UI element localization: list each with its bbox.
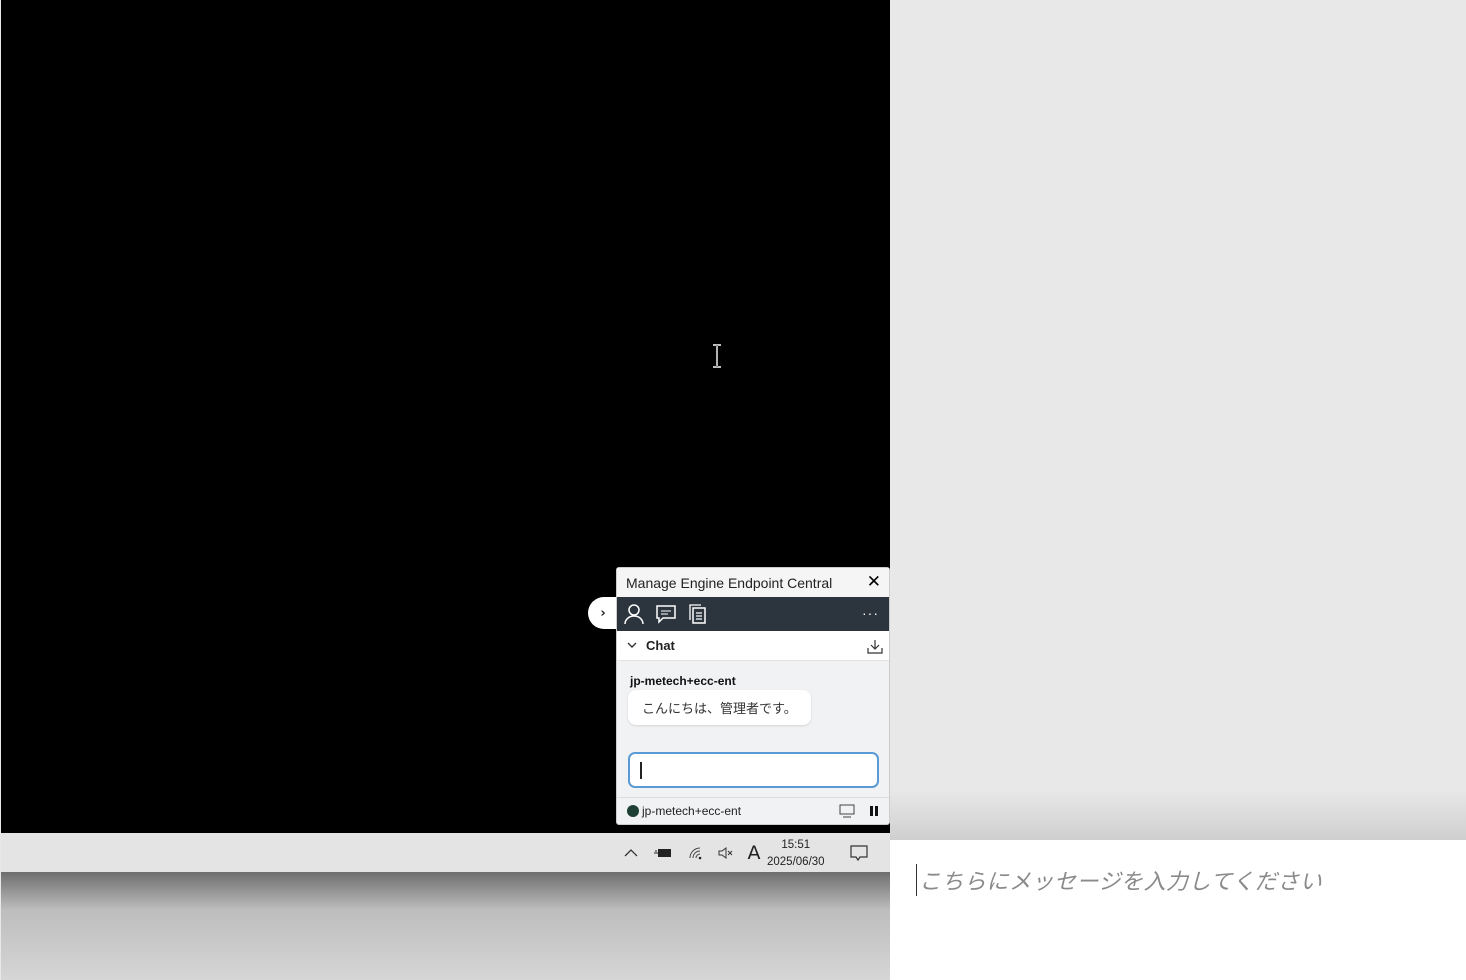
clock[interactable]: 15:51 2025/06/30 (767, 837, 825, 871)
message-bubble: こんにちは、管理者です。 (628, 690, 811, 725)
battery-icon[interactable] (651, 833, 675, 872)
clock-time: 15:51 (781, 839, 811, 851)
chat-input[interactable] (628, 752, 879, 788)
panel-title-bar: Manage Engine Endpoint Central (617, 568, 889, 597)
notifications-button[interactable] (847, 833, 871, 872)
chevron-right-icon: › (600, 605, 606, 621)
remote-control-panel: Manage Engine Endpoint Central ✕ ··· Cha… (616, 567, 890, 825)
panel-title: Manage Engine Endpoint Central (626, 574, 833, 591)
download-icon[interactable] (867, 639, 883, 655)
user-icon[interactable] (623, 603, 645, 625)
pause-icon[interactable] (869, 805, 879, 817)
message-sender: jp-metech+ecc-ent (630, 674, 736, 688)
text-cursor-icon (713, 344, 721, 368)
chat-section-label: Chat (646, 638, 675, 653)
footer-user: jp-metech+ecc-ent (642, 804, 742, 818)
taskbar: A 15:51 2025/06/30 (1, 833, 890, 872)
message-input[interactable]: こちらにメッセージを入力してください (890, 840, 1466, 980)
chat-icon[interactable] (655, 603, 677, 625)
panel-footer: jp-metech+ecc-ent (617, 797, 889, 824)
collapse-panel-button[interactable]: › (588, 597, 618, 629)
status-indicator (627, 805, 639, 817)
notification-icon (850, 844, 868, 861)
chat-section-header[interactable]: Chat (617, 631, 889, 661)
chevron-up-icon (624, 848, 638, 856)
side-panel (890, 0, 1466, 840)
more-options-button[interactable]: ··· (862, 605, 879, 621)
chevron-down-icon (627, 642, 637, 648)
wifi-icon[interactable] (684, 833, 708, 872)
text-caret (640, 762, 642, 779)
panel-toolbar (617, 597, 889, 631)
clipboard-icon[interactable] (687, 603, 709, 625)
show-hidden-icons-button[interactable] (620, 833, 642, 872)
clock-date: 2025/06/30 (767, 856, 825, 868)
ime-indicator[interactable]: A (743, 833, 765, 872)
monitor-icon[interactable] (839, 804, 855, 818)
volume-muted-icon[interactable] (715, 833, 737, 872)
message-placeholder: こちらにメッセージを入力してください (916, 864, 1322, 896)
close-button[interactable]: ✕ (867, 572, 881, 592)
background-area (1, 872, 890, 980)
